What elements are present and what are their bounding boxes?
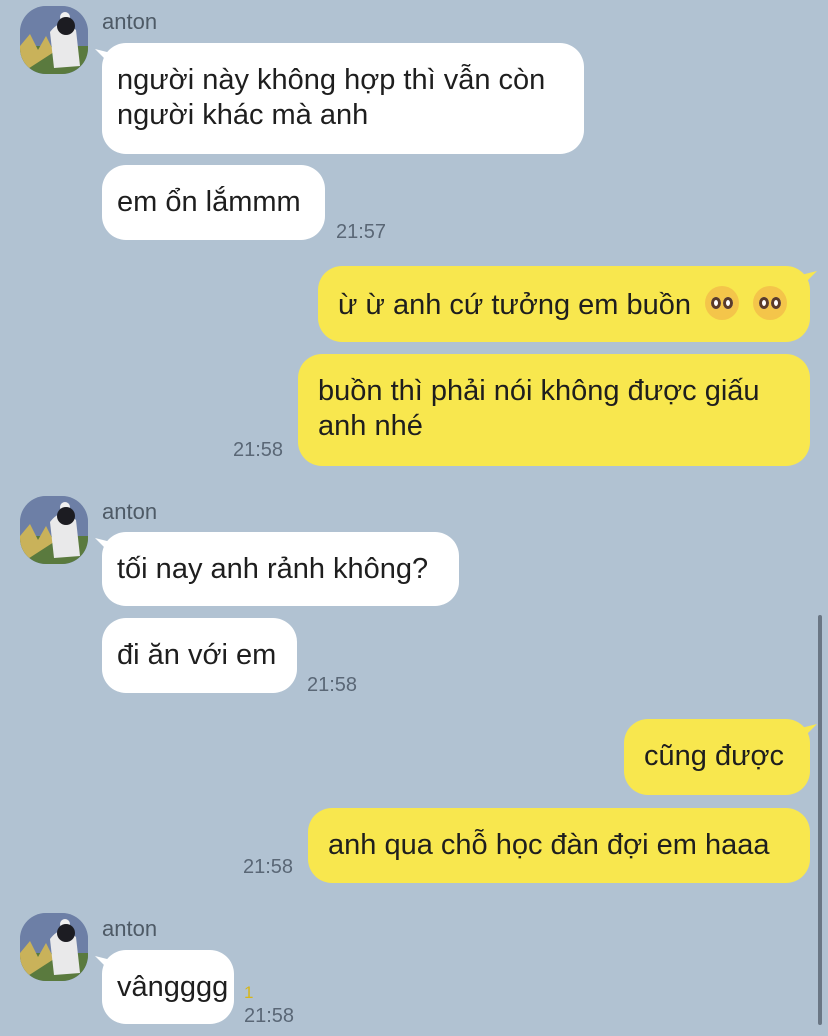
scrollbar[interactable] (818, 615, 822, 1025)
profile-photo-icon (20, 913, 88, 981)
incoming-message[interactable]: em ổn lắmmm (102, 165, 325, 240)
outgoing-message[interactable]: cũng được (624, 719, 810, 795)
incoming-message[interactable]: tối nay anh rảnh không? (102, 532, 459, 606)
outgoing-message[interactable]: ừ ừ anh cứ tưởng em buồn (318, 266, 810, 342)
sender-name: anton (102, 916, 158, 941)
message-time: 21:58 (307, 674, 358, 696)
message-text: ừ ừ anh cứ tưởng em buồn (338, 289, 692, 321)
message-text-line: người khác mà anh (117, 99, 369, 131)
message-text: đi ăn với em (117, 639, 277, 671)
incoming-message[interactable]: người này không hợp thì vẫn còn người kh… (102, 43, 584, 154)
message-time: 21:58 (244, 1005, 295, 1027)
contact-avatar[interactable] (20, 913, 88, 981)
message-text-line: anh nhé (318, 410, 423, 442)
message-text: cũng được (644, 740, 785, 772)
contact-avatar[interactable] (20, 496, 88, 564)
message-time: 21:57 (336, 221, 387, 243)
sender-name: anton (102, 9, 158, 34)
incoming-message[interactable]: đi ăn với em (102, 618, 297, 693)
unread-count: 1 (244, 983, 254, 1002)
message-time: 21:58 (233, 439, 284, 461)
outgoing-message[interactable]: buồn thì phải nói không được giấu anh nh… (298, 354, 810, 466)
profile-photo-icon (20, 496, 88, 564)
message-text-line: người này không hợp thì vẫn còn (117, 64, 546, 96)
message-text-line: buồn thì phải nói không được giấu (318, 375, 760, 407)
message-text: tối nay anh rảnh không? (117, 553, 429, 585)
message-text: em ổn lắmmm (117, 186, 301, 218)
profile-photo-icon (20, 6, 88, 74)
pleading-face-emoji-icon (705, 286, 740, 320)
message-text: vângggg (117, 971, 229, 1003)
message-text: anh qua chỗ học đàn đợi em haaa (328, 829, 770, 861)
pleading-face-emoji-icon (753, 286, 788, 320)
message-time: 21:58 (243, 856, 294, 878)
incoming-message[interactable]: vângggg (102, 950, 234, 1024)
contact-avatar[interactable] (20, 6, 88, 74)
sender-name: anton (102, 499, 158, 524)
outgoing-message[interactable]: anh qua chỗ học đàn đợi em haaa (308, 808, 810, 883)
